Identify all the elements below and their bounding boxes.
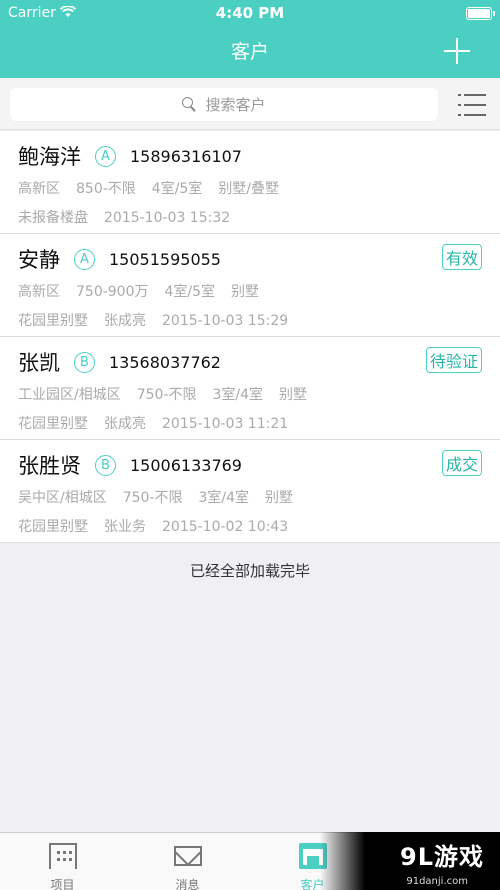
add-customer-button[interactable] bbox=[444, 38, 470, 64]
customer-name: 张凯 bbox=[18, 351, 60, 375]
layout: 3室/4室 bbox=[212, 387, 264, 403]
grade-badge: B bbox=[95, 454, 116, 476]
datetime: 2015-10-03 15:29 bbox=[162, 313, 289, 329]
mail-icon bbox=[173, 846, 202, 866]
page-title: 客户 bbox=[230, 41, 269, 63]
customer-card[interactable]: 安静 A 15051595055 有效 高新区 750-900万 4室/5室 别墅 花… bbox=[0, 234, 500, 337]
property-type: 别墅/叠墅 bbox=[218, 181, 280, 197]
status-badge: 待验证 bbox=[425, 347, 482, 373]
customer-name: 安静 bbox=[18, 248, 60, 272]
tab-projects[interactable]: 项目 bbox=[0, 833, 125, 890]
customer-card[interactable]: 张胜贤 B 15006133769 成交 吴中区/相城区 750-不限 3室/4室别… bbox=[0, 440, 500, 543]
project: 花园里别墅 bbox=[18, 313, 88, 329]
area: 高新区 bbox=[18, 284, 60, 300]
grade-badge: B bbox=[74, 351, 95, 373]
status-bar: Carrier 4:40 PM bbox=[0, 0, 500, 28]
grade-badge: A bbox=[95, 145, 116, 167]
status-badge: 有效 bbox=[441, 244, 482, 270]
budget: 750-不限 bbox=[136, 387, 197, 403]
search-placeholder: 搜索客户 bbox=[205, 96, 266, 114]
property-type: 别墅 bbox=[279, 387, 308, 403]
budget: 750-不限 bbox=[122, 490, 183, 506]
agent: 张成亮 bbox=[104, 416, 146, 432]
list-end-note: 已经全部加载完毕 bbox=[189, 562, 310, 580]
customer-phone[interactable]: 15006133769 bbox=[130, 456, 242, 475]
customer-card[interactable]: 鲍海洋 A 15896316107 高新区 850-不限 4室/5室 别墅/叠墅 未报… bbox=[0, 131, 500, 234]
area: 高新区 bbox=[18, 181, 60, 197]
customer-record: 花园里别墅 张业务 2015-10-02 10:43 bbox=[18, 516, 304, 536]
datetime: 2015-10-02 10:43 bbox=[162, 519, 289, 535]
search-input[interactable]: 搜索客户 bbox=[10, 88, 438, 121]
customer-record: 未报备楼盘 2015-10-03 15:32 bbox=[18, 207, 246, 227]
project: 花园里别墅 bbox=[18, 416, 88, 432]
status-time: 4:40 PM bbox=[215, 4, 285, 22]
customer-list: 鲍海洋 A 15896316107 高新区 850-不限 4室/5室 别墅/叠墅 未报… bbox=[0, 131, 500, 543]
customer-phone[interactable]: 13568037762 bbox=[109, 353, 221, 372]
tab-messages[interactable]: 消息 bbox=[125, 833, 250, 890]
grade-badge: A bbox=[74, 248, 95, 270]
layout: 4室/5室 bbox=[164, 284, 216, 300]
budget: 850-不限 bbox=[76, 181, 136, 197]
property-type: 别墅 bbox=[265, 490, 294, 506]
customer-requirements: 工业园区/相城区 750-不限 3室/4室 别墅 bbox=[18, 384, 323, 404]
customer-name: 张胜贤 bbox=[18, 454, 81, 478]
area: 工业园区/相城区 bbox=[18, 387, 121, 403]
property-type: 别墅 bbox=[231, 284, 260, 300]
tab-label: 消息 bbox=[175, 878, 200, 890]
customer-name: 鲍海洋 bbox=[18, 145, 81, 169]
search-bar: 搜索客户 bbox=[0, 78, 500, 130]
battery-icon bbox=[466, 7, 495, 20]
header: Carrier 4:40 PM 客户 bbox=[0, 0, 500, 78]
status-badge: 成交 bbox=[441, 450, 482, 476]
customer-phone[interactable]: 15896316107 bbox=[130, 147, 242, 166]
list-filter-icon[interactable] bbox=[458, 94, 486, 116]
building-icon bbox=[48, 843, 77, 869]
project: 花园里别墅 bbox=[18, 519, 88, 535]
customer-requirements: 高新区 850-不限 4室/5室 别墅/叠墅 bbox=[18, 178, 295, 198]
customer-card[interactable]: 张凯 B 13568037762 待验证 工业园区/相城区 750-不限 3室/4室… bbox=[0, 337, 500, 440]
tab-label: 项目 bbox=[50, 878, 75, 890]
budget: 750-900万 bbox=[76, 284, 149, 300]
customer-phone[interactable]: 15051595055 bbox=[109, 250, 221, 269]
customer-record: 花园里别墅 张成亮 2015-10-03 15:29 bbox=[18, 310, 304, 330]
customer-record: 花园里别墅 张成亮 2015-10-03 11:21 bbox=[18, 413, 304, 433]
project: 未报备楼盘 bbox=[18, 210, 88, 226]
customer-requirements: 吴中区/相城区 750-不限 3室/4室 别墅 bbox=[18, 487, 309, 507]
watermark-url: 91danji.com bbox=[406, 876, 468, 887]
layout: 3室/4室 bbox=[198, 490, 250, 506]
watermark-logo: 9L游戏 bbox=[400, 843, 484, 871]
datetime: 2015-10-03 15:32 bbox=[104, 210, 231, 226]
customer-requirements: 高新区 750-900万 4室/5室 别墅 bbox=[18, 281, 275, 301]
search-icon bbox=[182, 97, 197, 112]
datetime: 2015-10-03 11:21 bbox=[162, 416, 289, 432]
layout: 4室/5室 bbox=[151, 181, 203, 197]
agent: 张业务 bbox=[104, 519, 146, 535]
area: 吴中区/相城区 bbox=[18, 490, 107, 506]
agent: 张成亮 bbox=[104, 313, 146, 329]
watermark: 9L游戏 91danji.com bbox=[320, 832, 500, 890]
